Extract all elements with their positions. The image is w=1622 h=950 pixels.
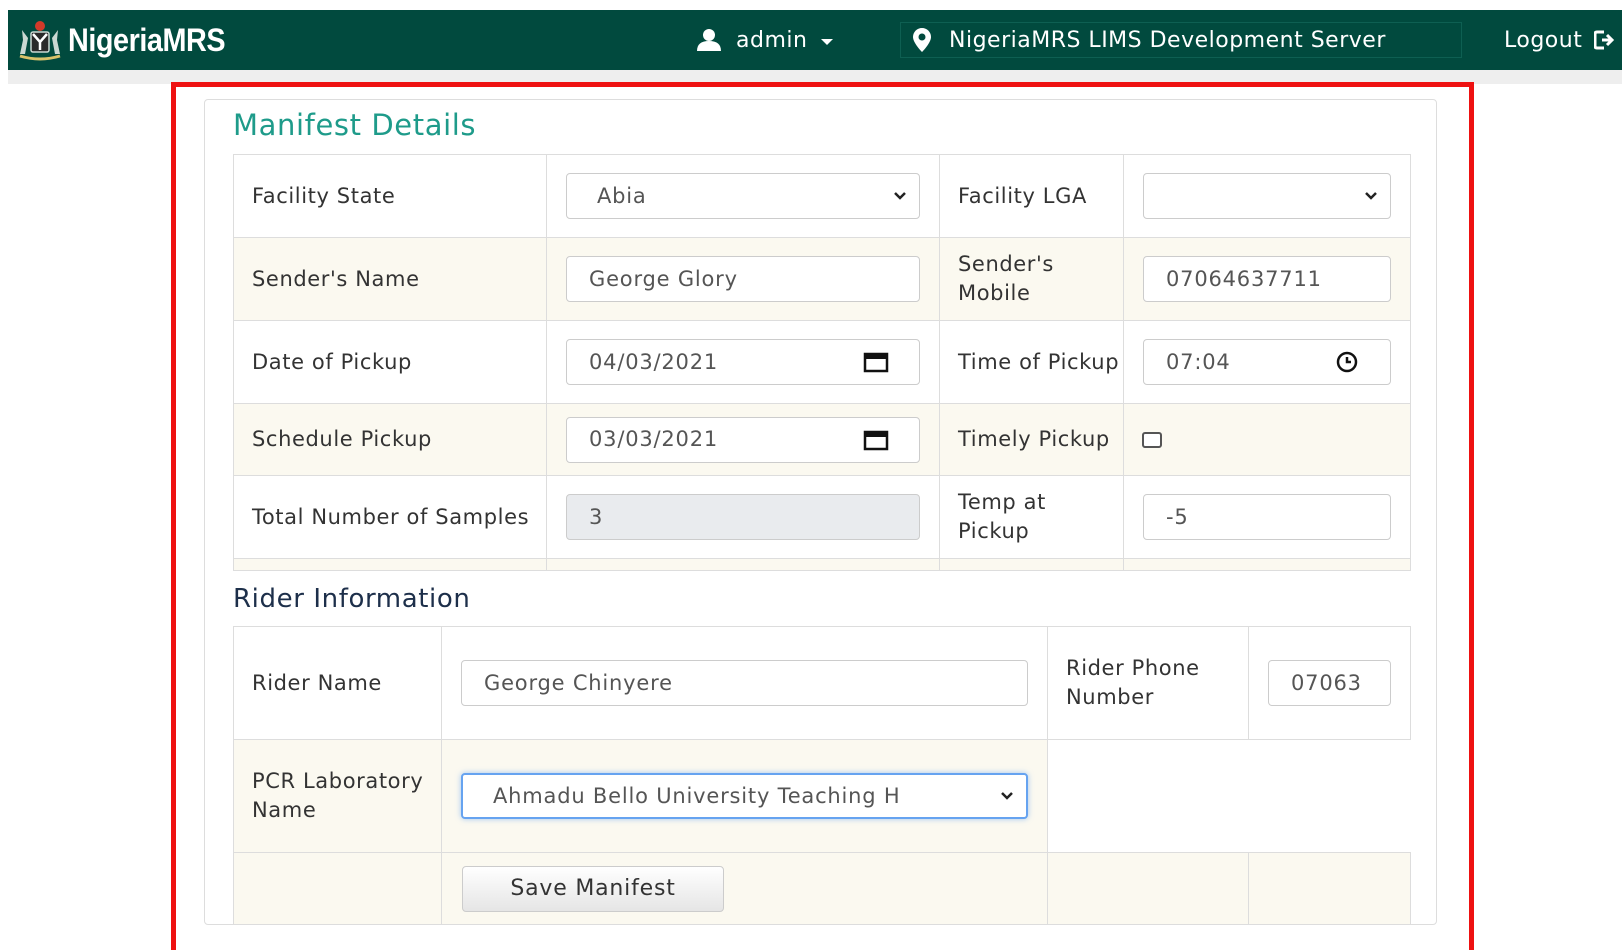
sender-mobile-label: Sender's Mobile (939, 237, 1124, 321)
temp-at-pickup-input[interactable]: -5 (1143, 494, 1391, 540)
date-of-pickup-input[interactable]: 04/03/2021 (566, 339, 920, 385)
facility-lga-select[interactable] (1143, 173, 1391, 219)
sender-mobile-input[interactable]: 07064637711 (1143, 256, 1391, 302)
facility-state-label: Facility State (233, 154, 547, 238)
pcr-lab-label: PCR Laboratory Name (233, 739, 442, 853)
chevron-down-icon (894, 192, 906, 200)
user-menu[interactable]: admin (696, 24, 834, 56)
timely-pickup-checkbox[interactable] (1142, 431, 1162, 448)
chevron-down-icon (1365, 192, 1377, 200)
facility-lga-label: Facility LGA (939, 154, 1124, 238)
temp-at-pickup-label: Temp at Pickup (939, 475, 1124, 559)
clock-icon[interactable] (1334, 351, 1360, 373)
total-samples-input: 3 (566, 494, 920, 540)
table-row: Facility State Abia Facility LGA (233, 154, 1411, 238)
date-of-pickup-label: Date of Pickup (233, 320, 547, 404)
rider-information-table: Rider Name George Chinyere Rider Phone N… (233, 626, 1411, 925)
calendar-icon[interactable] (863, 429, 889, 451)
rider-phone-label: Rider Phone Number (1047, 626, 1249, 740)
server-indicator[interactable]: NigeriaMRS LIMS Development Server (900, 22, 1462, 58)
brand[interactable]: NigeriaMRS (14, 18, 243, 62)
schedule-pickup-label: Schedule Pickup (233, 403, 547, 476)
calendar-icon[interactable] (863, 351, 889, 373)
save-manifest-button[interactable]: Save Manifest (462, 865, 724, 912)
total-samples-label: Total Number of Samples (233, 475, 547, 559)
table-row: Sender's Name George Glory Sender's Mobi… (233, 237, 1411, 321)
table-row: Date of Pickup 04/03/2021 Time of Pickup… (233, 320, 1411, 404)
logout-link[interactable]: Logout (1504, 24, 1616, 56)
table-row: Save Manifest (233, 852, 1411, 925)
rider-phone-input[interactable]: 07063 (1268, 660, 1391, 706)
top-strip (0, 0, 1622, 10)
table-row: Total Number of Samples 3 Temp at Pickup… (233, 475, 1411, 559)
rider-information-title: Rider Information (233, 584, 471, 614)
time-of-pickup-label: Time of Pickup (939, 320, 1124, 404)
timely-pickup-label: Timely Pickup (939, 403, 1124, 476)
brand-name: NigeriaMRS (68, 21, 226, 58)
time-of-pickup-input[interactable]: 07:04 (1143, 339, 1391, 385)
user-name: admin (736, 27, 808, 53)
sender-name-input[interactable]: George Glory (566, 256, 920, 302)
table-row: Schedule Pickup 03/03/2021 Timely Pickup (233, 403, 1411, 476)
sender-name-label: Sender's Name (233, 237, 547, 321)
table-row: Rider Name George Chinyere Rider Phone N… (233, 626, 1411, 740)
user-icon (697, 29, 721, 51)
rider-name-input[interactable]: George Chinyere (461, 660, 1028, 706)
chevron-down-icon (1001, 792, 1013, 800)
rider-name-label: Rider Name (233, 626, 442, 740)
facility-state-select[interactable]: Abia (566, 173, 920, 219)
logout-icon (1594, 30, 1615, 50)
schedule-pickup-input[interactable]: 03/03/2021 (566, 416, 920, 463)
coat-of-arms-icon (19, 21, 61, 61)
table-row: PCR Laboratory Name Ahmadu Bello Univers… (233, 739, 1411, 853)
logout-label: Logout (1504, 27, 1583, 53)
table-row (233, 558, 1411, 571)
navbar: NigeriaMRS admin NigeriaMRS LIMS Develop… (8, 10, 1622, 70)
map-marker-icon (913, 28, 931, 52)
manifest-details-table: Facility State Abia Facility LGA Sender'… (233, 154, 1411, 571)
manifest-details-title: Manifest Details (233, 108, 477, 142)
caret-down-icon (821, 38, 834, 45)
pcr-lab-select[interactable]: Ahmadu Bello University Teaching H (461, 773, 1028, 819)
server-name: NigeriaMRS LIMS Development Server (949, 27, 1386, 53)
